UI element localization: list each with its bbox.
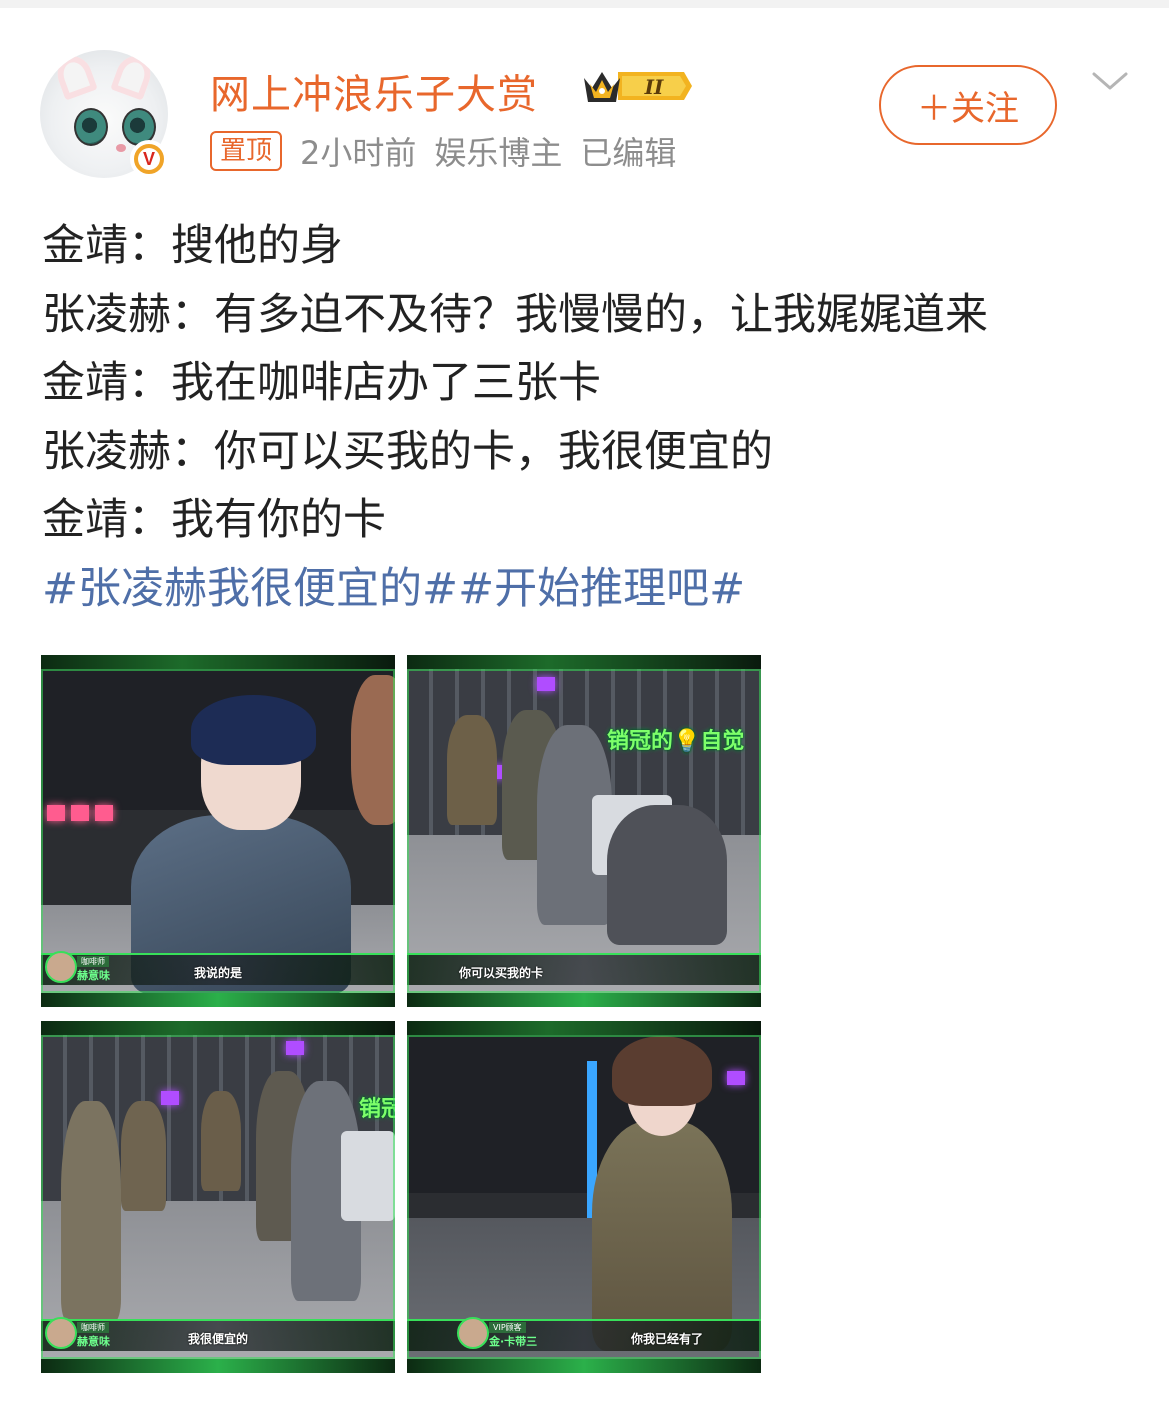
stage-light (71, 805, 89, 821)
stage-light (47, 805, 65, 821)
author-name[interactable]: 网上冲浪乐子大赏 (210, 62, 538, 120)
subtitle: 我说的是 (193, 966, 242, 980)
post-line: 张凌赫：你可以买我的卡，我很便宜的 (42, 426, 773, 477)
hashtag-link[interactable]: #张凌赫我很便宜的# (42, 564, 458, 614)
cat-nose (116, 144, 126, 152)
stage-light (161, 1091, 179, 1105)
side-figure (351, 675, 395, 825)
speaker-tag: VIP顾客 (489, 1322, 526, 1333)
chevron-down-icon[interactable] (1090, 66, 1130, 96)
frame-bottom-bar (407, 993, 761, 1007)
cat-ear-right (110, 51, 156, 101)
cat-eye-left (74, 108, 108, 146)
post-line: 金靖：搜他的身 (42, 221, 343, 271)
speaker-name: 金·卡带三 (489, 1335, 538, 1348)
hashtag-link[interactable]: #开始推理吧# (458, 564, 745, 614)
post-time: 2小时前 (300, 134, 417, 172)
post-image-2[interactable]: 销冠的💡自觉 你可以买我的卡 (407, 655, 761, 1007)
subtitle: 你可以买我的卡 (459, 966, 544, 980)
stage-light (95, 805, 113, 821)
author-category: 娱乐博主 (434, 134, 563, 172)
stage-light (727, 1071, 745, 1085)
subtitle: 你我已经有了 (631, 1332, 704, 1346)
frame-top-bar (41, 655, 395, 669)
top-divider (0, 0, 1169, 8)
person-figure (201, 1091, 241, 1191)
person-hair (191, 695, 316, 765)
frame-top-bar (407, 655, 761, 669)
edited-label[interactable]: 已编辑 (580, 128, 676, 174)
speaker-avatar (457, 1317, 489, 1349)
post-body: 金靖：搜他的身 张凌赫：有多迫不及待？我慢慢的，让我娓娓道来 金靖：我在咖啡店办… (42, 212, 1142, 623)
post-line: 金靖：我在咖啡店办了三张卡 (42, 358, 601, 408)
person-figure (447, 715, 497, 825)
frame-top-bar (407, 1021, 761, 1035)
person-figure (121, 1101, 166, 1211)
hashtag-row: #张凌赫我很便宜的##开始推理吧# (42, 555, 1142, 624)
post-meta: 置顶 2小时前 娱乐博主 已编辑 (210, 128, 676, 174)
post-image-1[interactable]: 咖啡师 赫意味 我说的是 (41, 655, 395, 1007)
post-image-3[interactable]: 销冠 咖啡师 赫意味 我很便宜的 (41, 1021, 395, 1373)
crown-level-badge-icon[interactable]: II (580, 64, 696, 108)
stage-light (537, 677, 555, 691)
pinned-tag: 置顶 (210, 131, 283, 171)
cat-ear-left (52, 51, 98, 101)
frame-bottom-bar (407, 1359, 761, 1373)
post-image-4[interactable]: VIP顾客 金·卡带三 你我已经有了 (407, 1021, 761, 1373)
frame-bottom-bar (41, 1359, 395, 1373)
frame-top-bar (41, 1021, 395, 1035)
overlay-title: 销冠 (359, 1097, 395, 1122)
post-line: 金靖：我有你的卡 (42, 495, 386, 545)
person-figure (592, 1121, 732, 1351)
verified-v-icon: V (130, 140, 168, 178)
follow-button[interactable]: ＋关注 (879, 65, 1057, 145)
overlay-title: 销冠的💡自觉 (607, 729, 745, 754)
person-figure (607, 805, 727, 945)
stage-light (286, 1041, 304, 1055)
person-hair (612, 1036, 712, 1106)
level-badge-text: II (644, 75, 664, 99)
stage-seat (341, 1131, 395, 1221)
subtitle: 我很便宜的 (187, 1332, 248, 1346)
frame-bottom-bar (41, 993, 395, 1007)
post-line: 张凌赫：有多迫不及待？我慢慢的，让我娓娓道来 (42, 289, 988, 340)
person-figure (61, 1101, 121, 1321)
verified-mark: V (138, 148, 160, 170)
